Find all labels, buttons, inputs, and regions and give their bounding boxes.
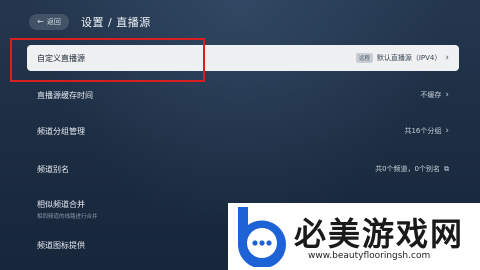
back-arrow-icon: ← xyxy=(37,17,44,26)
row-value: 共0个频道，0个别名 xyxy=(375,165,440,173)
row-value-group: 远程 默认直播源（IPV4） › xyxy=(355,52,449,63)
row-label: 频道图标提供 xyxy=(37,240,85,250)
page-title: 设置 / 直播源 xyxy=(81,16,151,29)
red-highlight-box xyxy=(10,38,205,82)
row-value: 共16个分组 xyxy=(404,127,442,135)
settings-row-group-manage[interactable]: 频道分组管理 共16个分组 › xyxy=(27,118,459,144)
external-link-icon: ⧉ xyxy=(444,164,449,173)
row-value-group: 共0个频道，0个别名 ⧉ xyxy=(375,164,449,174)
chevron-right-icon: › xyxy=(445,89,449,100)
remote-badge: 远程 xyxy=(355,53,373,63)
row-value-group: 共16个分组 › xyxy=(404,126,449,136)
settings-row-cache-time[interactable]: 直播源缓存时间 不缓存 › xyxy=(27,82,459,108)
back-button[interactable]: ← 返回 xyxy=(29,14,69,30)
header: ← 返回 设置 / 直播源 xyxy=(29,12,151,32)
watermark-title: 必美游戏网 xyxy=(294,215,465,253)
watermark: 必美游戏网 www.beautyflooringsh.com xyxy=(228,203,480,270)
watermark-url: www.beautyflooringsh.com xyxy=(308,251,431,261)
row-label: 直播源缓存时间 xyxy=(37,90,93,100)
row-label: 相似频道合并 xyxy=(37,199,85,209)
row-value-group: 不缓存 › xyxy=(420,90,449,100)
row-sublabel: 相同频道的线路进行合并 xyxy=(37,213,98,220)
row-text-stack: 相似频道合并 相同频道的线路进行合并 xyxy=(37,199,98,220)
settings-row-channel-alias[interactable]: 频道别名 共0个频道，0个别名 ⧉ xyxy=(27,156,459,182)
back-label: 返回 xyxy=(46,18,61,26)
row-label: 频道分组管理 xyxy=(37,126,85,136)
row-value: 不缓存 xyxy=(420,91,442,99)
chevron-right-icon: › xyxy=(445,125,449,136)
row-value: 默认直播源（IPV4） xyxy=(376,54,442,62)
chevron-right-icon: › xyxy=(445,52,449,63)
row-label: 频道别名 xyxy=(37,164,69,174)
brand-logo-icon xyxy=(238,207,286,267)
